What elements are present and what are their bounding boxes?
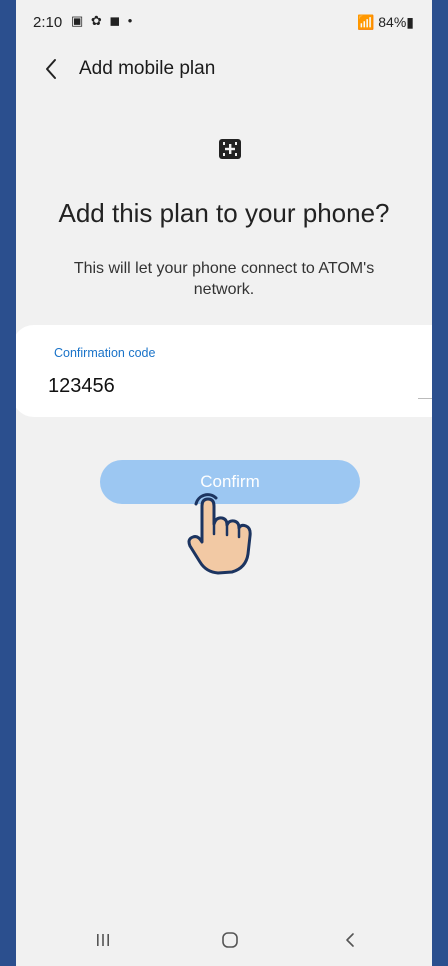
recents-icon	[97, 934, 109, 946]
tap-hand-icon	[187, 493, 252, 575]
status-bar: 2:10 ▣ ✿ ◼ • 📶 84%▮	[16, 0, 432, 42]
app-bar: Add mobile plan	[16, 48, 432, 92]
page-title: Add mobile plan	[79, 58, 216, 79]
nav-back-button[interactable]	[330, 920, 370, 960]
phone-screen: 2:10 ▣ ✿ ◼ • 📶 84%▮ Add mobile plan Add …	[16, 0, 432, 966]
back-button[interactable]	[36, 54, 66, 84]
dialog-description: This will let your phone connect to ATOM…	[73, 260, 375, 298]
notification-icons: ▣ ✿ ◼ •	[71, 13, 135, 28]
recents-button[interactable]	[83, 920, 123, 960]
sim-card-icon	[219, 139, 241, 159]
signal-battery-icons: 📶 84%▮	[356, 14, 414, 30]
field-underline	[418, 398, 432, 399]
home-button[interactable]	[210, 920, 250, 960]
status-time: 2:10	[33, 14, 63, 31]
system-nav-bar	[16, 910, 432, 966]
nav-back-icon	[346, 933, 354, 947]
back-arrow-icon	[46, 59, 56, 79]
dialog-heading: Add this plan to your phone?	[58, 198, 390, 228]
confirmation-code-input[interactable]	[40, 364, 402, 408]
confirmation-code-label: Confirmation code	[54, 346, 156, 360]
home-icon	[222, 932, 238, 948]
